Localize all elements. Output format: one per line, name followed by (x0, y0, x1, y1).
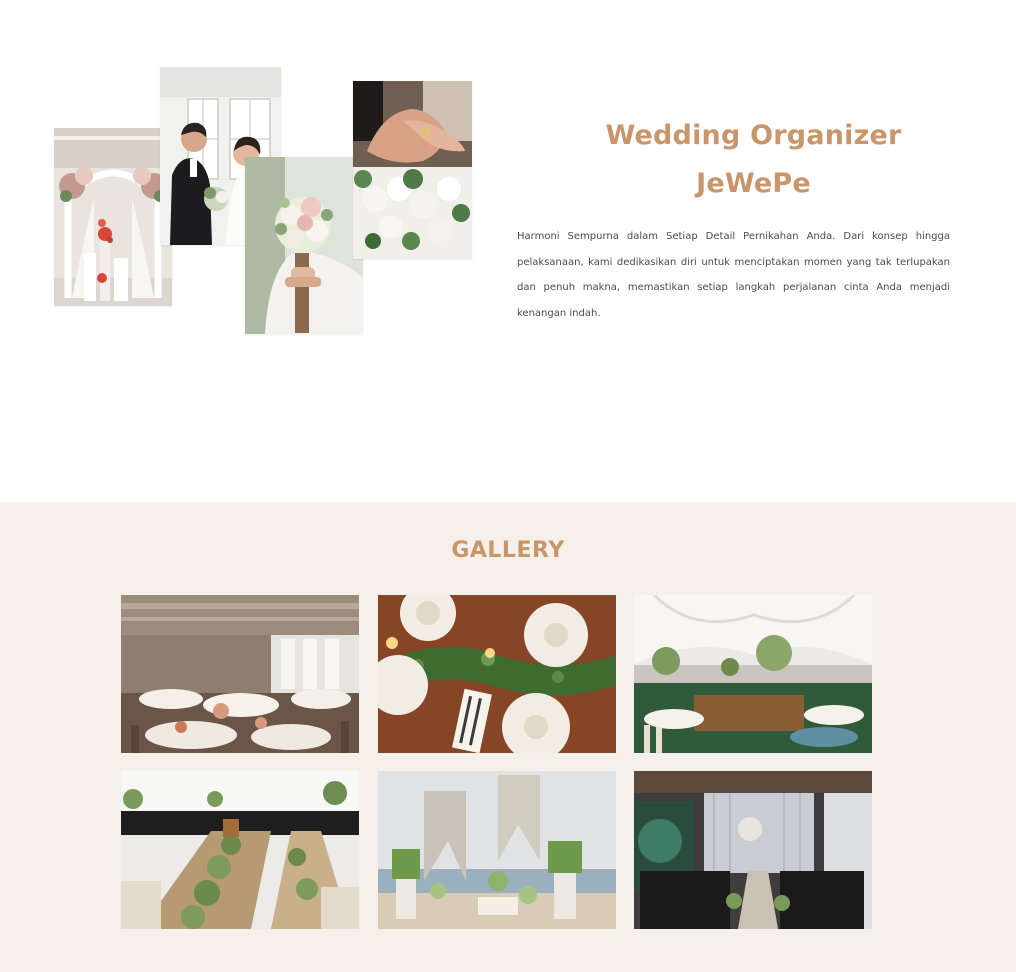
intro-block: Wedding Organizer JeWePe Harmoni Sempurn… (517, 112, 950, 326)
long-table-photo[interactable] (121, 771, 359, 929)
tent-venue-photo[interactable] (634, 595, 872, 753)
wedding-arch-photo (54, 128, 172, 306)
banquet-hall-photo[interactable] (121, 595, 359, 753)
photo-collage (0, 0, 500, 400)
gallery-title: GALLERY (451, 538, 565, 563)
gallery-section: GALLERY (0, 502, 1016, 972)
chapel-aisle-photo[interactable] (634, 771, 872, 929)
ring-hands-photo (353, 81, 472, 259)
outdoor-ceremony-photo[interactable] (378, 771, 616, 929)
table-setting-photo[interactable] (378, 595, 616, 753)
page-title: Wedding Organizer JeWePe (605, 120, 902, 199)
intro-description: Harmoni Sempurna dalam Setiap Detail Per… (517, 231, 950, 319)
about-section: Wedding Organizer JeWePe Harmoni Sempurn… (0, 0, 1016, 502)
bridal-bouquet-photo (245, 157, 363, 334)
